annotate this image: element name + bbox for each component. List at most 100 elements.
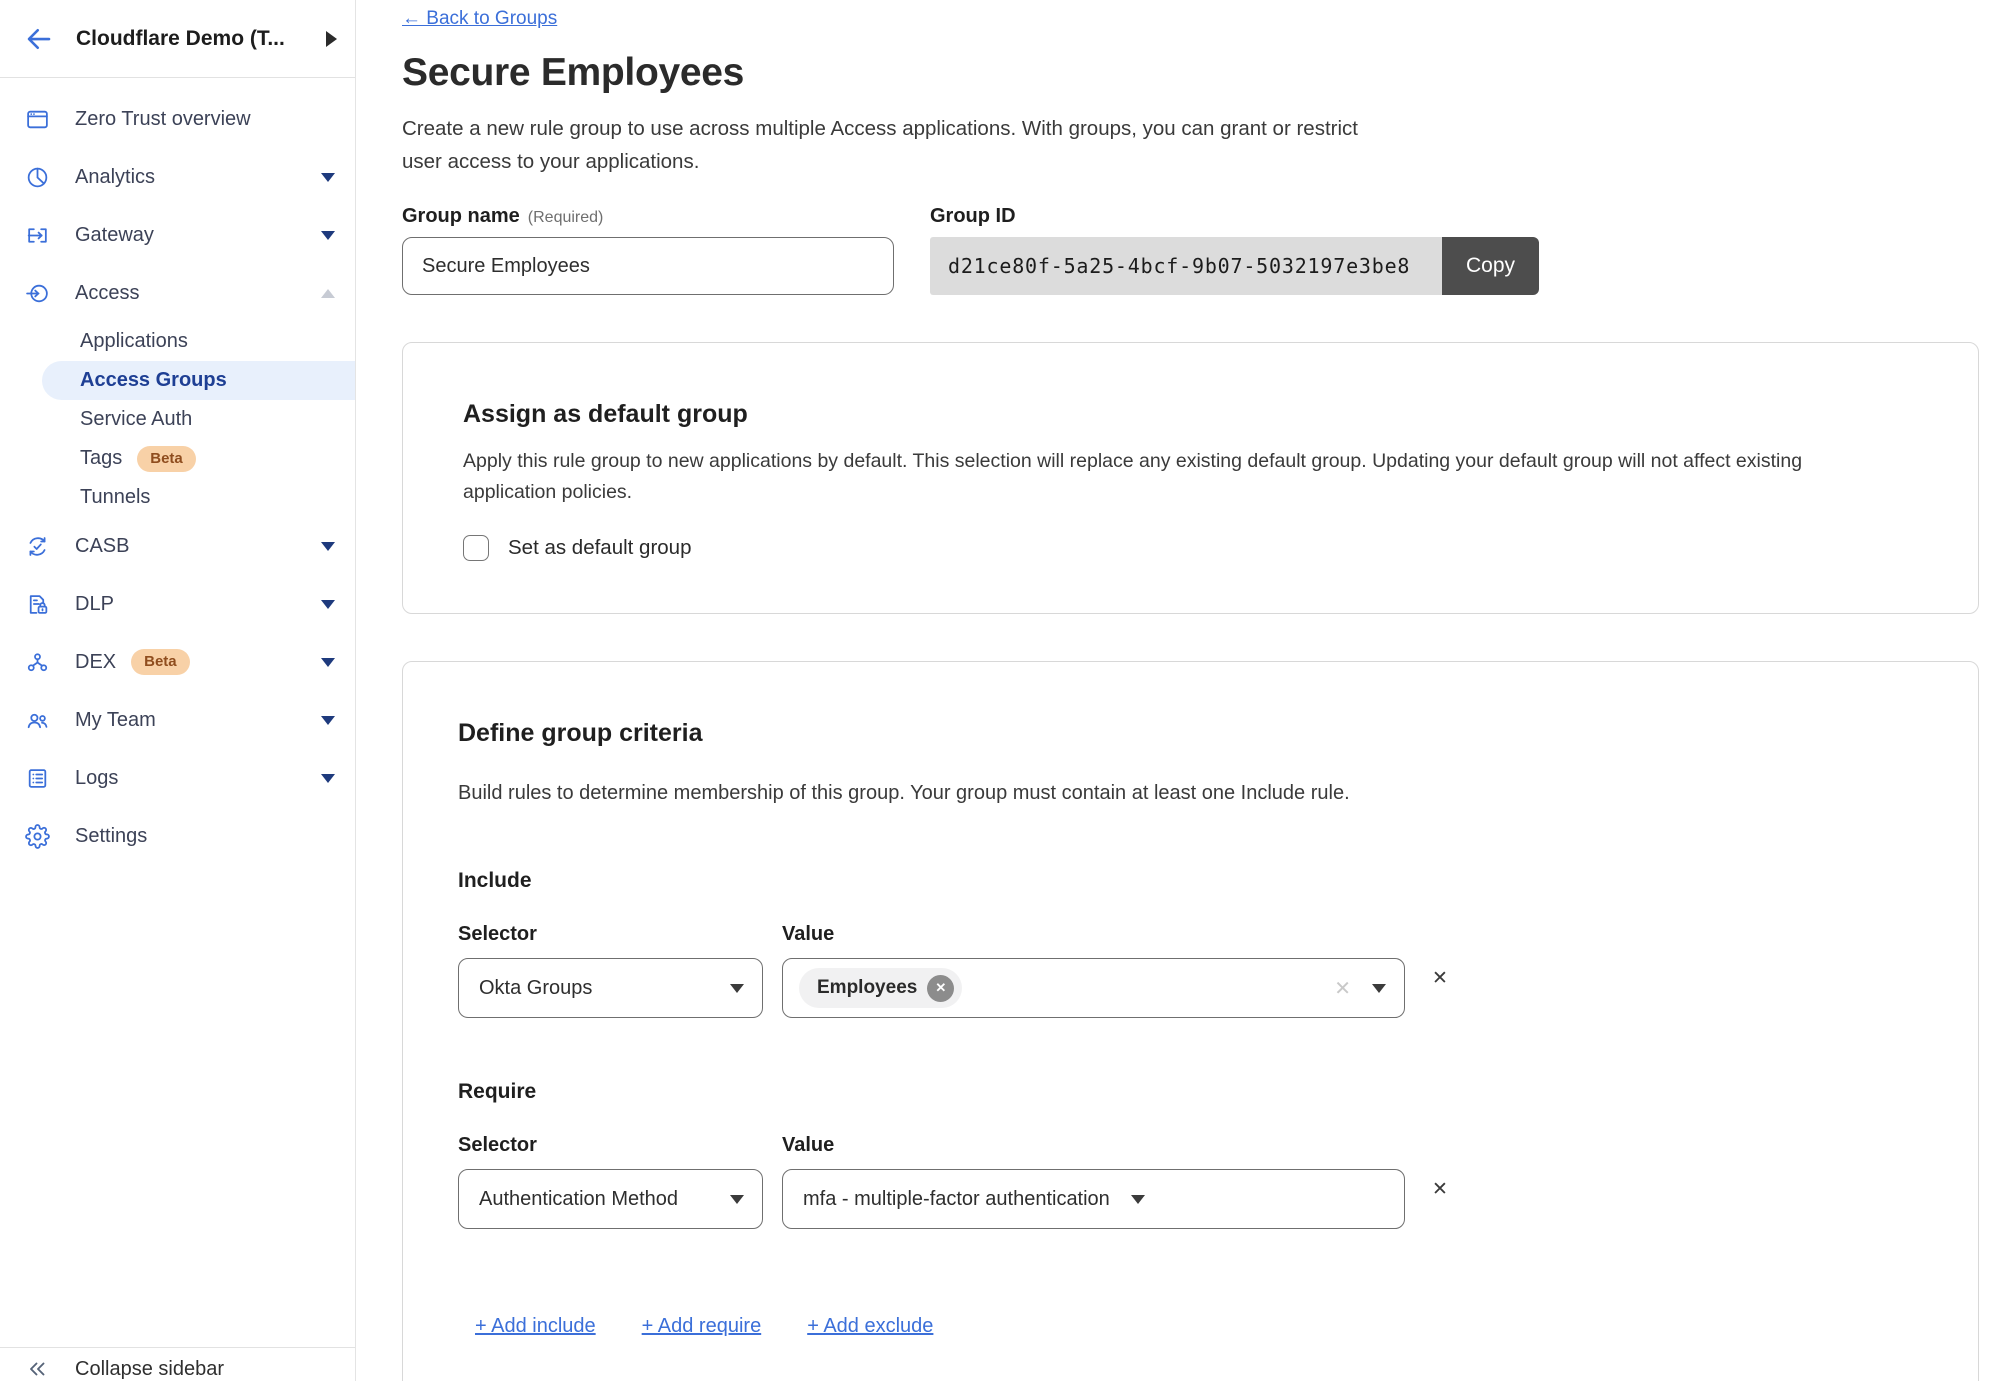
include-labels: Selector Value <box>458 923 1923 946</box>
chevron-down-icon <box>321 716 335 725</box>
sidebar-item-access[interactable]: Access <box>0 264 355 322</box>
sidebar-item-label: DEX <box>75 651 116 674</box>
include-rule-row: Okta Groups Employees ✕ ✕ ✕ <box>458 958 1923 1018</box>
include-selector-dropdown[interactable]: Okta Groups <box>458 958 763 1018</box>
chevron-up-icon <box>321 289 335 298</box>
sidebar-item-settings[interactable]: Settings <box>0 807 355 865</box>
account-title: Cloudflare Demo (T... <box>76 27 285 51</box>
sidebar-item-label: Tags <box>80 447 122 470</box>
define-group-criteria-card: Define group criteria Build rules to det… <box>402 661 1979 1381</box>
group-id-label: Group ID <box>930 205 1539 228</box>
collapse-sidebar-button[interactable]: Collapse sidebar <box>0 1347 355 1381</box>
dex-icon <box>25 650 50 675</box>
selector-label: Selector <box>458 1134 782 1157</box>
value-label: Value <box>782 923 834 946</box>
sidebar-item-tags[interactable]: Tags Beta <box>0 439 355 478</box>
sidebar-nav: Zero Trust overview Analytics Gateway <box>0 78 355 865</box>
group-name-input[interactable] <box>402 237 894 295</box>
sidebar-item-label: CASB <box>75 535 129 558</box>
sidebar-item-zero-trust-overview[interactable]: Zero Trust overview <box>0 90 355 148</box>
value-label: Value <box>782 1134 834 1157</box>
analytics-icon <box>25 165 50 190</box>
logs-icon <box>25 766 50 791</box>
sidebar-item-label: Access <box>75 282 139 305</box>
sidebar-item-label: Analytics <box>75 166 155 189</box>
overview-icon <box>25 107 50 132</box>
group-meta-row: Group name(Required) Group ID d21ce80f-5… <box>402 205 1979 295</box>
sidebar-item-label: DLP <box>75 593 114 616</box>
sidebar-item-access-groups[interactable]: Access Groups <box>42 361 355 400</box>
back-to-groups-link[interactable]: ← Back to Groups <box>402 8 557 30</box>
include-selector-value: Okta Groups <box>479 977 592 1000</box>
sidebar-item-gateway[interactable]: Gateway <box>0 206 355 264</box>
casb-icon <box>25 534 50 559</box>
chevron-down-icon <box>321 173 335 182</box>
group-name-field-group: Group name(Required) <box>402 205 894 295</box>
sidebar-item-analytics[interactable]: Analytics <box>0 148 355 206</box>
beta-badge: Beta <box>137 446 196 472</box>
include-value-combobox[interactable]: Employees ✕ ✕ <box>782 958 1405 1018</box>
copy-button[interactable]: Copy <box>1442 237 1539 295</box>
chip-remove-icon[interactable]: ✕ <box>927 975 954 1002</box>
gear-icon <box>25 824 50 849</box>
sidebar-item-label: Service Auth <box>80 408 192 431</box>
include-heading: Include <box>458 869 1923 893</box>
sidebar: Cloudflare Demo (T... Zero Trust overvie… <box>0 0 356 1381</box>
sidebar-item-casb[interactable]: CASB <box>0 517 355 575</box>
require-value: mfa - multiple-factor authentication <box>803 1188 1110 1211</box>
criteria-card-description: Build rules to determine membership of t… <box>458 782 1923 805</box>
require-value-dropdown[interactable]: mfa - multiple-factor authentication <box>782 1169 1405 1229</box>
beta-badge: Beta <box>131 649 190 675</box>
caret-right-icon[interactable] <box>326 31 337 47</box>
chevron-down-icon <box>321 231 335 240</box>
sidebar-item-service-auth[interactable]: Service Auth <box>0 400 355 439</box>
require-selector-dropdown[interactable]: Authentication Method <box>458 1169 763 1229</box>
sidebar-item-my-team[interactable]: My Team <box>0 691 355 749</box>
page-description: Create a new rule group to use across mu… <box>402 112 1372 178</box>
double-chevron-left-icon <box>25 1357 49 1381</box>
page-title: Secure Employees <box>402 51 1979 95</box>
group-name-label: Group name <box>402 205 520 227</box>
add-include-link[interactable]: + Add include <box>475 1315 596 1338</box>
sidebar-item-dlp[interactable]: DLP <box>0 575 355 633</box>
require-rule-row: Authentication Method mfa - multiple-fac… <box>458 1169 1923 1229</box>
back-arrow-icon[interactable] <box>24 24 54 54</box>
team-icon <box>25 708 50 733</box>
criteria-card-title: Define group criteria <box>458 719 1923 748</box>
chevron-down-icon <box>321 542 335 551</box>
sidebar-item-label: Tunnels <box>80 486 150 509</box>
sidebar-item-dex[interactable]: DEX Beta <box>0 633 355 691</box>
main-content: ← Back to Groups Secure Employees Create… <box>356 0 1999 1381</box>
remove-require-rule-button[interactable]: ✕ <box>1432 1178 1448 1201</box>
sidebar-item-label: Logs <box>75 767 118 790</box>
dropdown-arrow-icon <box>730 1195 744 1204</box>
clear-values-icon[interactable]: ✕ <box>1334 976 1351 1001</box>
gateway-icon <box>25 223 50 248</box>
sidebar-item-applications[interactable]: Applications <box>0 322 355 361</box>
default-card-description: Apply this rule group to new application… <box>463 446 1893 508</box>
default-card-title: Assign as default group <box>463 400 1918 429</box>
remove-include-rule-button[interactable]: ✕ <box>1432 967 1448 990</box>
add-require-link[interactable]: + Add require <box>642 1315 762 1338</box>
sidebar-item-logs[interactable]: Logs <box>0 749 355 807</box>
require-labels: Selector Value <box>458 1134 1923 1157</box>
group-id-field-group: Group ID d21ce80f-5a25-4bcf-9b07-5032197… <box>930 205 1539 295</box>
set-default-group-checkbox[interactable] <box>463 535 489 561</box>
dropdown-arrow-icon <box>730 984 744 993</box>
sidebar-item-label: Access Groups <box>80 369 227 392</box>
require-heading: Require <box>458 1080 1923 1104</box>
default-group-checkbox-row: Set as default group <box>463 535 1918 561</box>
assign-default-group-card: Assign as default group Apply this rule … <box>402 342 1979 614</box>
dlp-icon <box>25 592 50 617</box>
chevron-down-icon <box>321 774 335 783</box>
app-root: Cloudflare Demo (T... Zero Trust overvie… <box>0 0 1999 1381</box>
value-chip: Employees ✕ <box>799 968 962 1008</box>
sidebar-header: Cloudflare Demo (T... <box>0 0 355 78</box>
dropdown-arrow-icon <box>1372 984 1386 993</box>
selector-label: Selector <box>458 923 782 946</box>
sidebar-item-tunnels[interactable]: Tunnels <box>0 478 355 517</box>
dropdown-arrow-icon <box>1131 1195 1145 1204</box>
add-exclude-link[interactable]: + Add exclude <box>807 1315 933 1338</box>
group-id-value: d21ce80f-5a25-4bcf-9b07-5032197e3be8 <box>930 237 1442 295</box>
chevron-down-icon <box>321 658 335 667</box>
